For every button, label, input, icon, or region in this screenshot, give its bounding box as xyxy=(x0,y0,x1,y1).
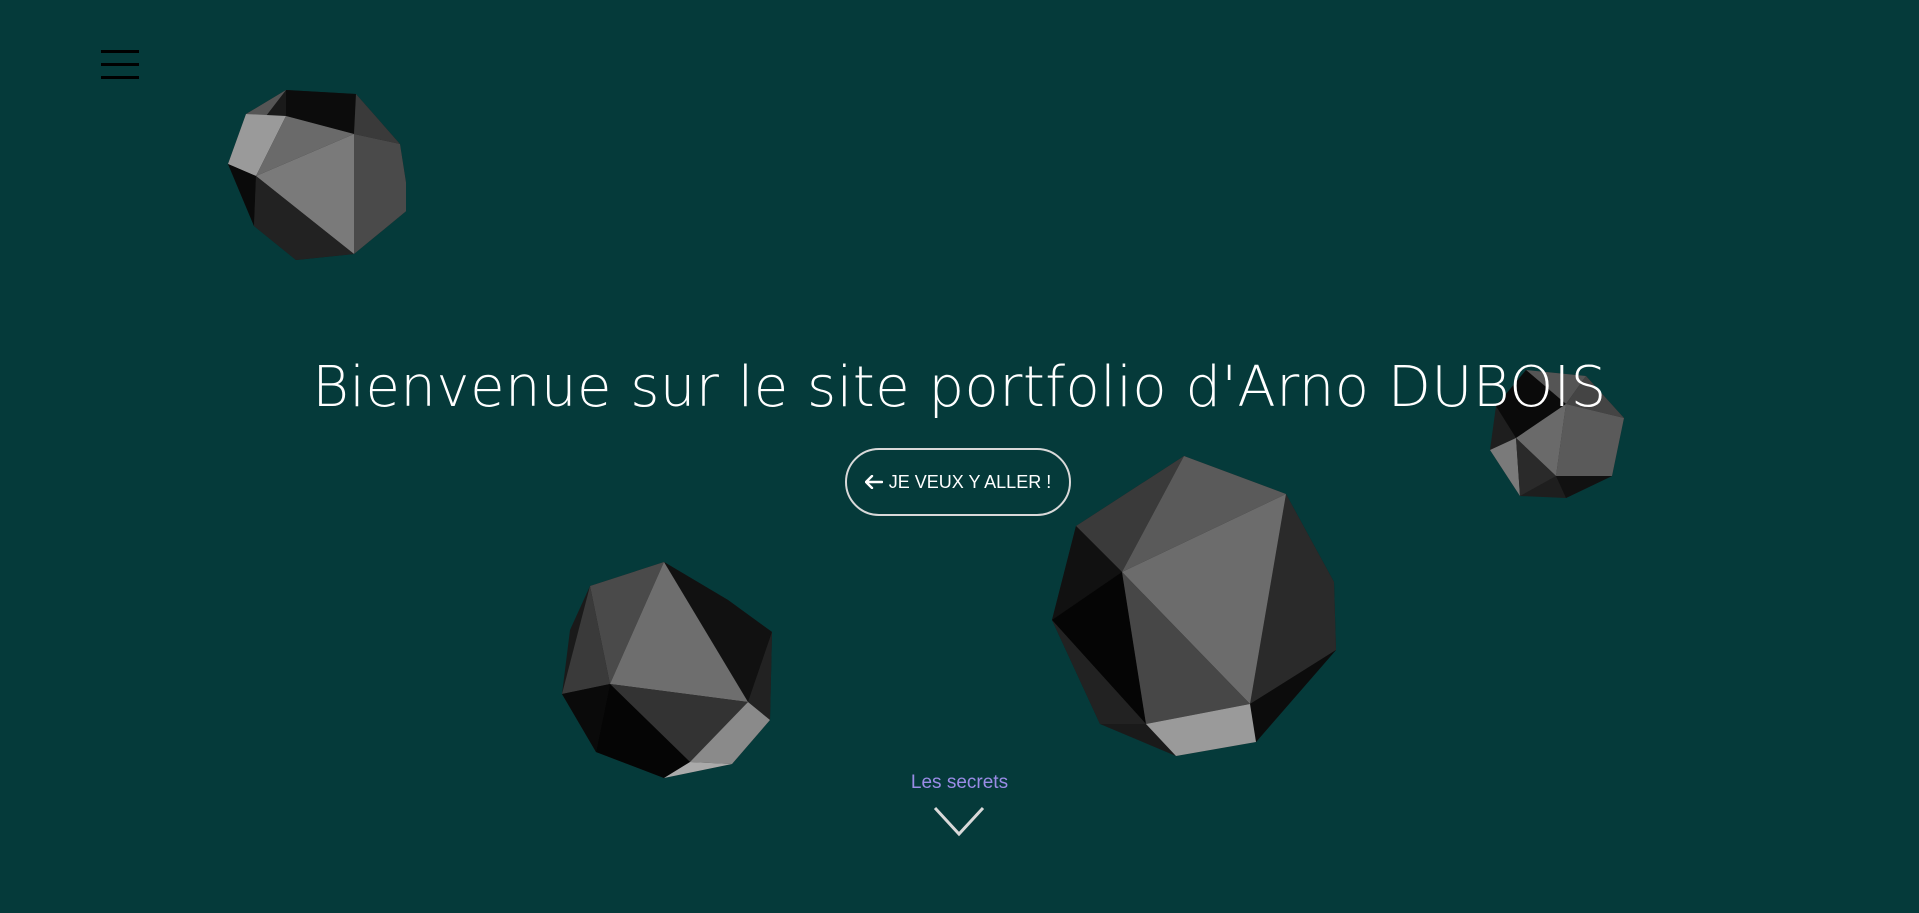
secrets-link[interactable]: Les secrets xyxy=(0,772,1919,794)
menu-bar xyxy=(101,76,139,79)
go-button[interactable]: JE VEUX Y ALLER ! xyxy=(845,448,1071,516)
page-title: Bienvenue sur le site portfolio d'Arno D… xyxy=(312,355,1607,420)
page: Bienvenue sur le site portfolio d'Arno D… xyxy=(0,0,1919,913)
polyhedron-icon xyxy=(1052,456,1336,756)
go-button-label: JE VEUX Y ALLER ! xyxy=(888,471,1052,492)
menu-bar xyxy=(101,63,139,66)
menu-bar xyxy=(101,50,139,53)
arrow-left-icon xyxy=(864,475,883,489)
polyhedron-icon xyxy=(228,90,406,260)
chevron-down-icon[interactable] xyxy=(933,806,985,838)
secrets-label: Les secrets xyxy=(910,772,1009,793)
polyhedron-icon xyxy=(562,562,772,778)
hamburger-menu-icon[interactable] xyxy=(101,50,139,80)
